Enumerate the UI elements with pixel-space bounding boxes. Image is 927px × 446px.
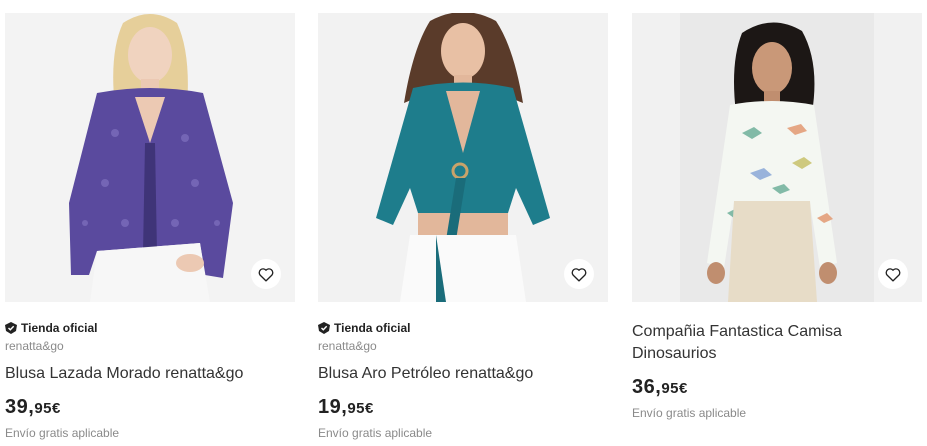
product-card[interactable]: Tienda oficial renatta&go Blusa Aro Petr…: [318, 13, 608, 440]
heart-icon: [258, 267, 274, 282]
dinosaur-shirt-photo: [632, 13, 922, 302]
verified-badge-icon: [318, 322, 330, 334]
price-decimals: 95€: [347, 400, 374, 417]
price-integer: 39,: [5, 396, 35, 418]
heart-icon: [885, 267, 901, 282]
favorite-button[interactable]: [564, 259, 594, 289]
product-price: 36,95€: [632, 374, 922, 402]
shipping-note: Envío gratis aplicable: [5, 426, 120, 440]
price-integer: 36,: [632, 376, 662, 398]
price-decimals: 95€: [34, 400, 61, 417]
product-image[interactable]: [318, 13, 608, 302]
product-title[interactable]: Blusa Lazada Morado renatta&go: [5, 363, 295, 385]
official-store-label: Tienda oficial: [5, 320, 295, 336]
price-decimals: 95€: [661, 380, 688, 397]
seller-name[interactable]: renatta&go: [5, 339, 295, 354]
teal-blouse-photo: [318, 13, 608, 302]
product-card[interactable]: Compañia Fantastica Camisa Dinosaurios 3…: [632, 13, 922, 420]
product-title[interactable]: Blusa Aro Petróleo renatta&go: [318, 363, 608, 385]
product-price: 39,95€: [5, 394, 295, 422]
favorite-button[interactable]: [878, 259, 908, 289]
purple-blouse-photo: [5, 13, 295, 302]
official-store-text: Tienda oficial: [334, 321, 411, 335]
product-image[interactable]: [632, 13, 922, 302]
official-store-label: Tienda oficial: [318, 320, 608, 336]
favorite-button[interactable]: [251, 259, 281, 289]
product-title[interactable]: Compañia Fantastica Camisa Dinosaurios: [632, 321, 922, 365]
verified-badge-icon: [5, 322, 17, 334]
product-image[interactable]: [5, 13, 295, 302]
product-price: 19,95€: [318, 394, 608, 422]
shipping-note: Envío gratis aplicable: [318, 426, 433, 440]
heart-icon: [571, 267, 587, 282]
official-store-text: Tienda oficial: [21, 321, 98, 335]
seller-name[interactable]: renatta&go: [318, 339, 608, 354]
price-integer: 19,: [318, 396, 348, 418]
shipping-note: Envío gratis aplicable: [632, 406, 747, 420]
product-card[interactable]: Tienda oficial renatta&go Blusa Lazada M…: [5, 13, 295, 440]
